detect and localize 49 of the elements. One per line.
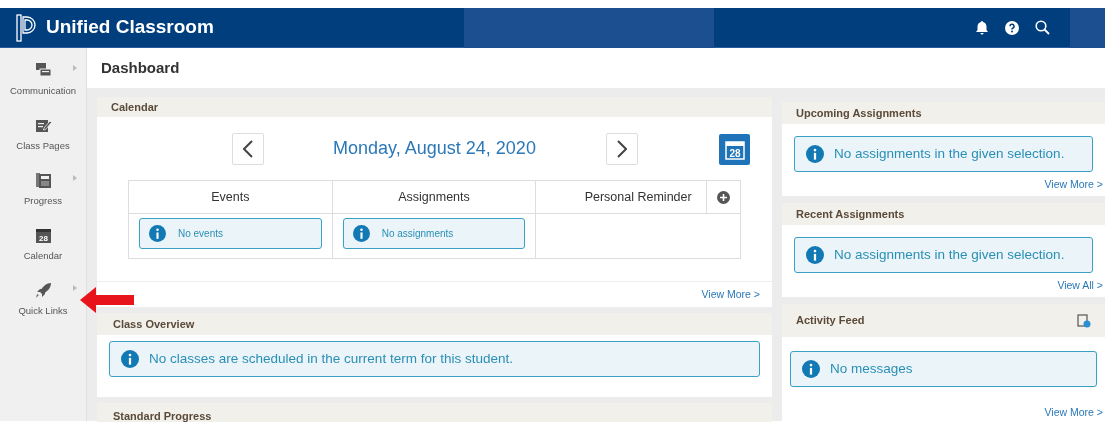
info-icon bbox=[149, 225, 166, 242]
help-icon[interactable] bbox=[1005, 20, 1019, 35]
chat-icon bbox=[34, 62, 52, 79]
annotation-arrow bbox=[80, 287, 134, 313]
chevron-left-icon bbox=[242, 139, 253, 158]
sidebar-item[interactable]: Progress bbox=[8, 166, 78, 221]
sidebar-item[interactable]: 28 Calendar bbox=[8, 221, 78, 276]
user-menu-area[interactable] bbox=[1070, 7, 1105, 48]
info-message-text: No events bbox=[178, 227, 224, 241]
info-icon bbox=[121, 350, 139, 368]
panel-link[interactable]: View More > bbox=[1044, 177, 1103, 193]
column-header: Events bbox=[211, 188, 250, 206]
panel-title: Recent Assignments bbox=[796, 206, 905, 222]
info-icon bbox=[352, 225, 370, 242]
info-message-text: No messages bbox=[830, 359, 913, 378]
panel-link[interactable]: View All > bbox=[1057, 278, 1103, 294]
info-message-text: No assignments bbox=[381, 227, 454, 241]
sidebar-item[interactable]: Quick Links bbox=[8, 276, 78, 331]
edit-icon bbox=[34, 117, 52, 134]
panel-link[interactable]: View More > bbox=[1044, 405, 1103, 421]
search-icon[interactable] bbox=[1035, 20, 1050, 35]
info-icon bbox=[802, 360, 820, 378]
sidebar-item[interactable]: Communication bbox=[8, 56, 78, 111]
info-message-text: No assignments in the given selection. bbox=[834, 245, 1065, 264]
previous-day-button[interactable] bbox=[231, 132, 264, 165]
panel-title: Calendar bbox=[111, 99, 159, 115]
column-header: Assignments bbox=[398, 188, 470, 206]
add-icon[interactable] bbox=[717, 191, 730, 204]
app-title: Unified Classroom bbox=[46, 15, 214, 40]
gradebook-icon bbox=[34, 172, 52, 189]
panel-title: Upcoming Assignments bbox=[796, 105, 922, 121]
calendar-icon: 28 bbox=[34, 227, 52, 244]
info-message-text: No assignments in the given selection. bbox=[834, 144, 1065, 163]
info-icon bbox=[806, 246, 824, 264]
rocket-icon bbox=[34, 282, 52, 299]
next-day-button[interactable] bbox=[605, 132, 638, 165]
bell-icon[interactable] bbox=[975, 20, 989, 35]
sidebar-item[interactable]: Class Pages bbox=[8, 111, 78, 166]
chevron-right-icon bbox=[616, 139, 627, 158]
info-icon bbox=[806, 145, 824, 163]
calendar-date: Monday, August 24, 2020 bbox=[332, 137, 537, 160]
logo-icon bbox=[16, 13, 36, 42]
view-more-link[interactable]: View More > bbox=[701, 286, 760, 303]
column-header: Personal Reminder bbox=[584, 188, 692, 206]
panel-title: Activity Feed bbox=[796, 313, 865, 329]
info-message-text: No classes are scheduled in the current term for this student. bbox=[149, 349, 513, 368]
panel-title: Standard Progress bbox=[113, 409, 212, 422]
panel-title: Class Overview bbox=[113, 316, 195, 332]
page-title: Dashboard bbox=[101, 57, 180, 78]
